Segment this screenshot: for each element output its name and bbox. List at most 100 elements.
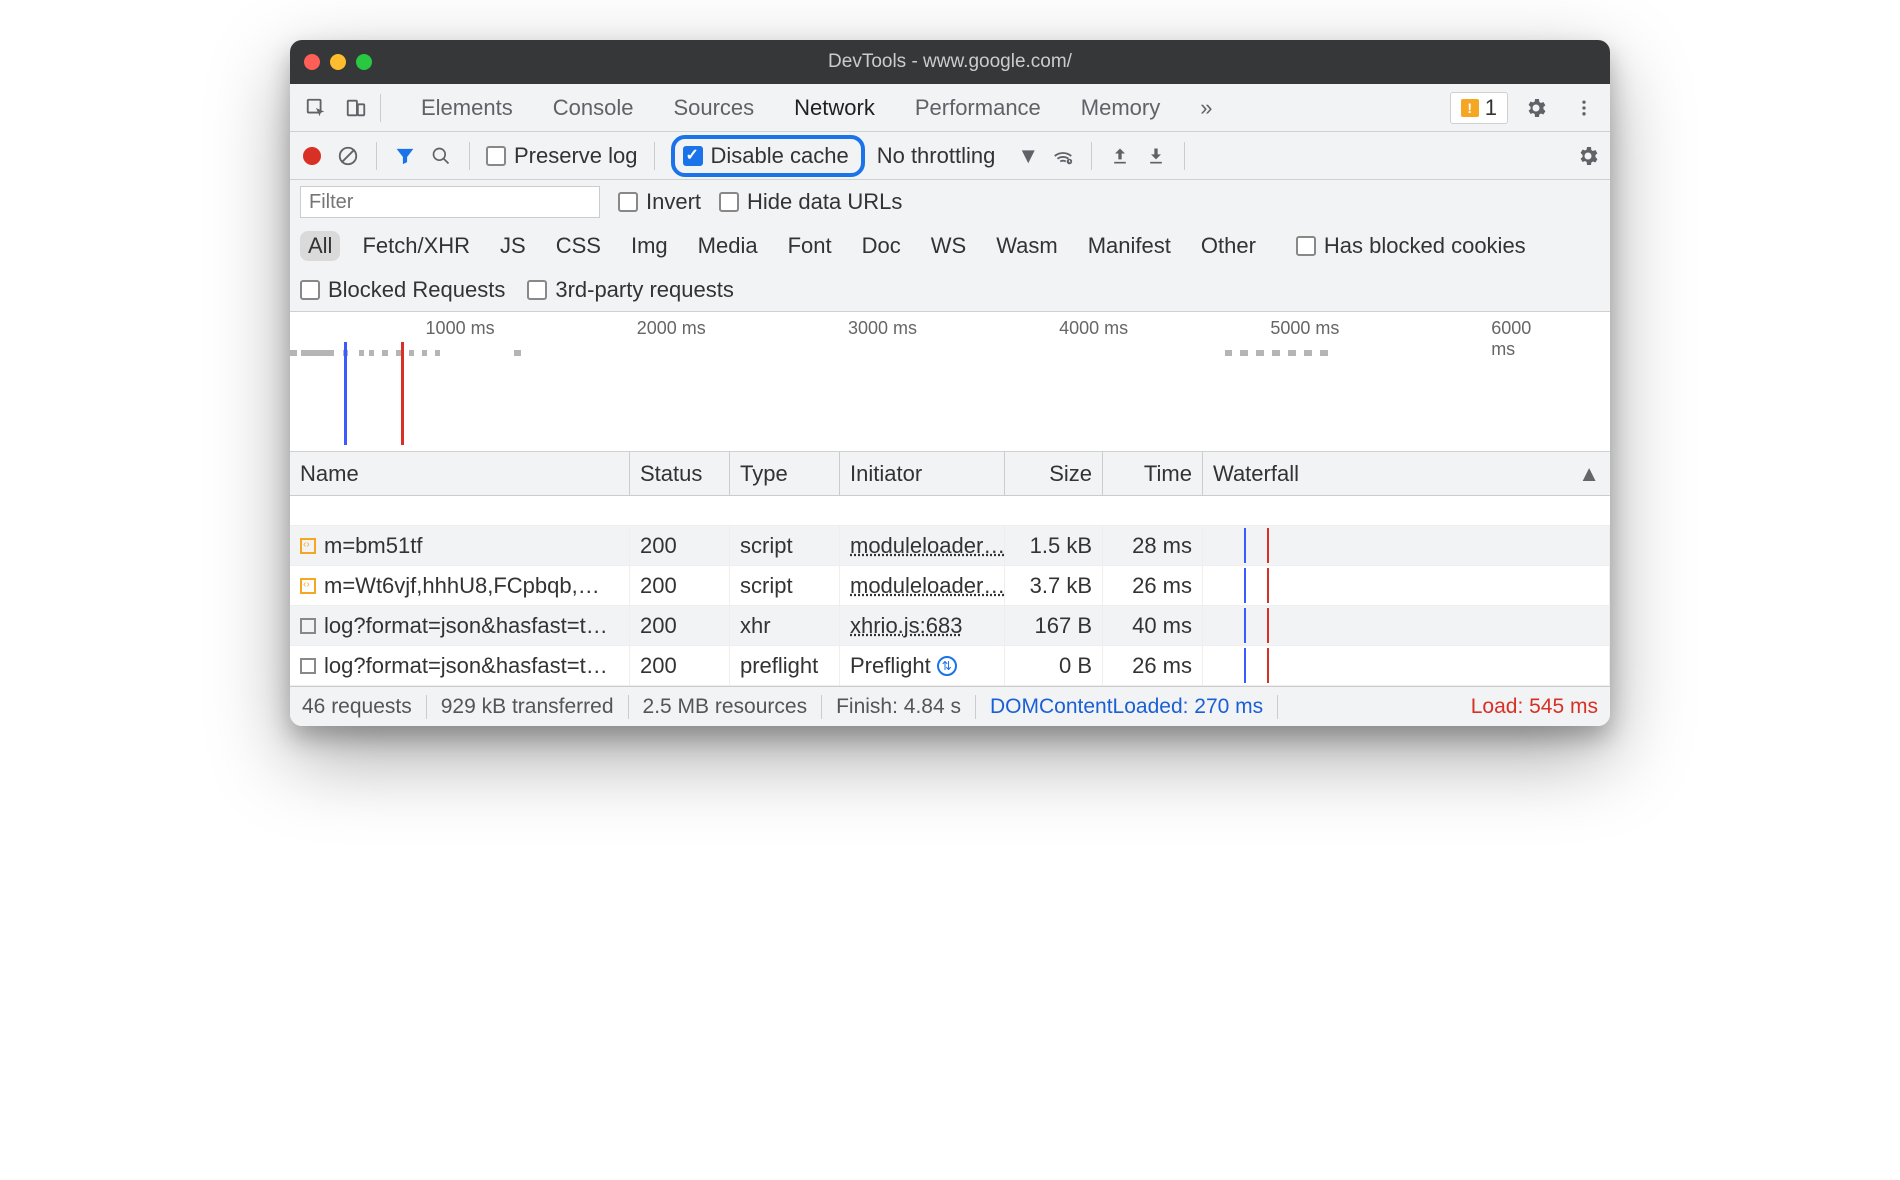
tab-network[interactable]: Network [774, 84, 895, 132]
blocked-requests-checkbox[interactable]: Blocked Requests [300, 277, 505, 303]
close-window-button[interactable] [304, 54, 320, 70]
type-chip-other[interactable]: Other [1193, 231, 1264, 261]
timeline-overview[interactable]: 1000 ms2000 ms3000 ms4000 ms5000 ms6000 … [290, 312, 1610, 452]
type-chip-fetchxhr[interactable]: Fetch/XHR [354, 231, 478, 261]
type-chip-wasm[interactable]: Wasm [988, 231, 1066, 261]
filter-icon[interactable] [393, 146, 417, 166]
throttling-select[interactable]: No throttling ▼ [877, 143, 1039, 169]
cell-waterfall [1203, 606, 1610, 645]
column-type[interactable]: Type [730, 452, 840, 495]
column-initiator[interactable]: Initiator [840, 452, 1005, 495]
cell-name: m=bm51tf [290, 526, 630, 565]
type-chip-ws[interactable]: WS [923, 231, 974, 261]
type-chip-manifest[interactable]: Manifest [1080, 231, 1179, 261]
download-har-icon[interactable] [1144, 146, 1168, 166]
preserve-log-input[interactable] [486, 146, 506, 166]
table-row[interactable]: log?format=json&hasfast=t…200preflightPr… [290, 646, 1610, 686]
cell-size: 0 B [1005, 646, 1103, 685]
type-chip-media[interactable]: Media [690, 231, 766, 261]
cell-type: preflight [730, 646, 840, 685]
blocked-requests-input[interactable] [300, 280, 320, 300]
timeline-bars [290, 350, 1610, 360]
cell-initiator[interactable]: moduleloader… [840, 566, 1005, 605]
search-icon[interactable] [429, 146, 453, 166]
tab-elements[interactable]: Elements [401, 84, 533, 132]
more-tabs-button[interactable]: » [1180, 84, 1232, 132]
preserve-log-label: Preserve log [514, 143, 638, 169]
cell-waterfall [1203, 566, 1610, 605]
network-conditions-icon[interactable] [1051, 145, 1075, 167]
tab-console[interactable]: Console [533, 84, 654, 132]
upload-har-icon[interactable] [1108, 146, 1132, 166]
column-time[interactable]: Time [1103, 452, 1203, 495]
table-row[interactable]: log?format=json&hasfast=t…200xhrxhrio.js… [290, 606, 1610, 646]
timeline-bar [1288, 350, 1296, 356]
timeline-bar [369, 350, 374, 356]
tab-performance[interactable]: Performance [895, 84, 1061, 132]
timeline-bar [422, 350, 427, 356]
issues-count: 1 [1485, 95, 1497, 121]
type-chip-css[interactable]: CSS [548, 231, 609, 261]
network-settings-icon[interactable] [1576, 144, 1600, 168]
cell-initiator[interactable]: xhrio.js:683 [840, 606, 1005, 645]
disable-cache-input[interactable] [683, 146, 703, 166]
throttling-value: No throttling [877, 143, 996, 169]
hide-data-urls-label: Hide data URLs [747, 189, 902, 215]
tab-sources[interactable]: Sources [653, 84, 774, 132]
table-row[interactable]: m=Wt6vjf,hhhU8,FCpbqb,…200scriptmodulelo… [290, 566, 1610, 606]
timeline-bar [1272, 350, 1280, 356]
inspect-element-icon[interactable] [296, 84, 336, 132]
filter-input[interactable] [300, 186, 600, 218]
extra-filter-bar: Blocked Requests 3rd-party requests [290, 268, 1610, 312]
waterfall-dcl-line [1244, 608, 1246, 643]
tab-memory[interactable]: Memory [1061, 84, 1180, 132]
device-toolbar-icon[interactable] [336, 84, 376, 132]
spacer-row [290, 496, 1610, 526]
cell-status: 200 [630, 526, 730, 565]
timeline-bar [409, 350, 414, 356]
timeline-bar [1225, 350, 1233, 356]
cell-time: 26 ms [1103, 566, 1203, 605]
third-party-input[interactable] [527, 280, 547, 300]
timeline-ticks: 1000 ms2000 ms3000 ms4000 ms5000 ms6000 … [290, 312, 1610, 342]
type-chip-doc[interactable]: Doc [854, 231, 909, 261]
column-status[interactable]: Status [630, 452, 730, 495]
preserve-log-checkbox[interactable]: Preserve log [486, 143, 638, 169]
status-requests: 46 requests [302, 695, 427, 719]
type-chip-all[interactable]: All [300, 231, 340, 261]
third-party-label: 3rd-party requests [555, 277, 734, 303]
status-finish: Finish: 4.84 s [822, 695, 976, 719]
column-size[interactable]: Size [1005, 452, 1103, 495]
cell-time: 40 ms [1103, 606, 1203, 645]
kebab-menu-icon[interactable] [1564, 84, 1604, 132]
record-button[interactable] [300, 147, 324, 165]
timeline-tick: 3000 ms [848, 318, 917, 339]
minimize-window-button[interactable] [330, 54, 346, 70]
cell-size: 167 B [1005, 606, 1103, 645]
timeline-bar [359, 350, 364, 356]
waterfall-load-line [1267, 648, 1269, 683]
timeline-tick: 4000 ms [1059, 318, 1128, 339]
disable-cache-checkbox[interactable]: Disable cache [671, 135, 865, 177]
has-blocked-cookies-input[interactable] [1296, 236, 1316, 256]
issues-badge[interactable]: ! 1 [1450, 92, 1508, 124]
timeline-bar [435, 350, 440, 356]
type-chip-js[interactable]: JS [492, 231, 534, 261]
column-waterfall[interactable]: Waterfall ▲ [1203, 452, 1610, 495]
table-row[interactable]: m=bm51tf200scriptmoduleloader…1.5 kB28 m… [290, 526, 1610, 566]
invert-checkbox[interactable]: Invert [618, 189, 701, 215]
third-party-checkbox[interactable]: 3rd-party requests [527, 277, 734, 303]
cell-initiator[interactable]: moduleloader… [840, 526, 1005, 565]
preflight-icon: ⇅ [937, 656, 957, 676]
settings-icon[interactable] [1516, 84, 1556, 132]
invert-input[interactable] [618, 192, 638, 212]
cell-status: 200 [630, 606, 730, 645]
type-chip-img[interactable]: Img [623, 231, 676, 261]
hide-data-urls-checkbox[interactable]: Hide data URLs [719, 189, 902, 215]
has-blocked-cookies-checkbox[interactable]: Has blocked cookies [1296, 233, 1526, 259]
type-chip-font[interactable]: Font [780, 231, 840, 261]
column-name[interactable]: Name [290, 452, 630, 495]
maximize-window-button[interactable] [356, 54, 372, 70]
clear-button[interactable] [336, 145, 360, 167]
hide-data-urls-input[interactable] [719, 192, 739, 212]
